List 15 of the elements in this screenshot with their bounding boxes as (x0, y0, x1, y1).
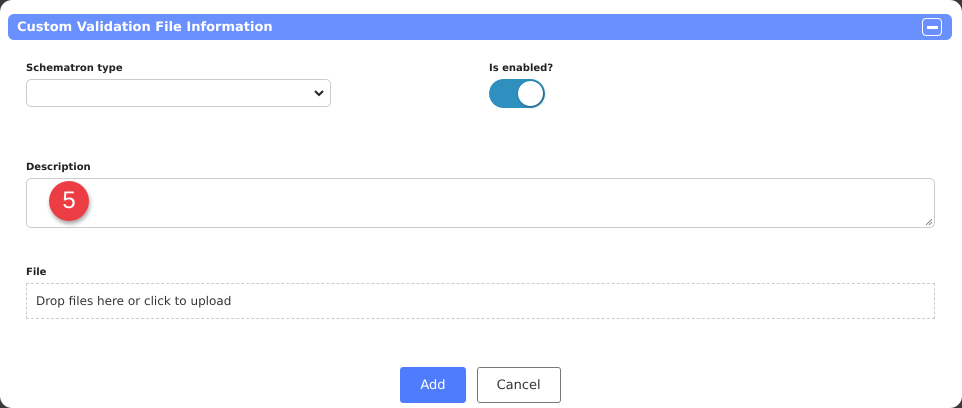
collapse-button[interactable] (922, 18, 942, 36)
panel-title: Custom Validation File Information (17, 20, 273, 34)
field-label: Schematron type (26, 63, 124, 75)
field-label: Is enabled? (489, 63, 554, 75)
field-label: Description (26, 162, 92, 174)
add-button[interactable]: Add (400, 367, 466, 403)
resize-grip-icon[interactable] (925, 218, 933, 226)
step-badge: 5 (49, 181, 89, 221)
description-field[interactable]: 5 (26, 178, 935, 228)
select-field[interactable] (26, 79, 331, 107)
chevron-down-icon (314, 90, 324, 96)
cancel-button[interactable]: Cancel (476, 367, 561, 403)
file-dropzone[interactable]: Drop files here or click to upload (26, 283, 935, 319)
toggle-switch[interactable] (489, 79, 545, 108)
field-label: File (26, 267, 48, 279)
